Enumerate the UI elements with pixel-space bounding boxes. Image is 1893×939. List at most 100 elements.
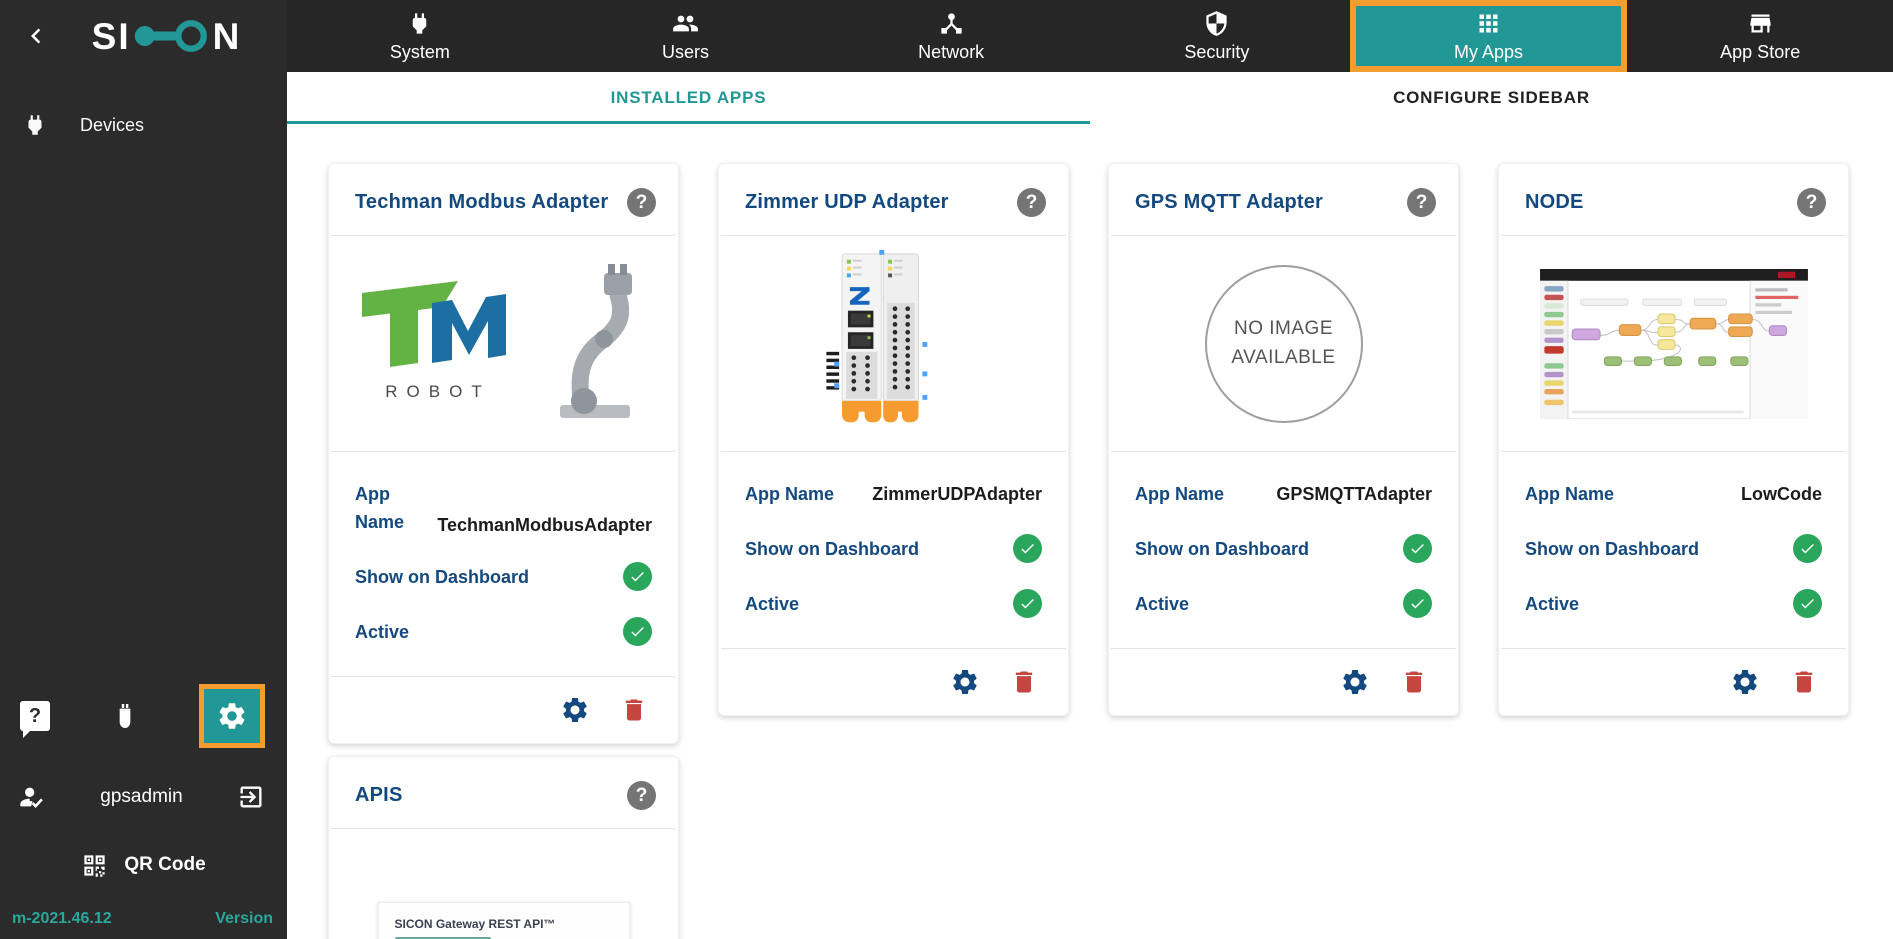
card-title: Zimmer UDP Adapter <box>745 191 949 213</box>
card-title: GPS MQTT Adapter <box>1135 191 1324 213</box>
card-node: NODE ? App Name LowCode Show on Dashboar… <box>1498 163 1849 716</box>
card-media <box>719 236 1068 451</box>
tab-installed-apps[interactable]: INSTALLED APPS <box>287 72 1090 124</box>
sidebar-user-row: gpsadmin <box>0 773 287 821</box>
app-name-row: App Name TechmanModbusAdapter <box>355 480 652 536</box>
qr-code-row[interactable]: QR Code <box>0 841 287 889</box>
robot-caption: ROBOT <box>385 382 490 401</box>
gear-icon <box>950 667 980 697</box>
sidebar-bottom: ? gpsadmin QR Code m-2021.46.12 Version <box>0 681 287 939</box>
api-doc-title: SICON Gateway REST API™ <box>394 916 556 931</box>
app-root: SI N Devices ? gpsadmin QR Code m-2021.4… <box>0 0 1893 939</box>
card-actions <box>329 677 678 743</box>
app-name-row: App Name ZimmerUDPAdapter <box>745 480 1042 508</box>
card-header: NODE ? <box>1499 164 1848 235</box>
top-navigation: System Users Network Security My Apps Ap… <box>287 0 1893 72</box>
tab-bar: INSTALLED APPS CONFIGURE SIDEBAR <box>287 72 1893 124</box>
card-details: App Name ZimmerUDPAdapter Show on Dashbo… <box>719 452 1068 648</box>
check-icon <box>623 617 652 646</box>
logo-mark-icon <box>134 20 207 52</box>
help-bubble-icon[interactable]: ? <box>20 701 50 738</box>
zimmer-device-illustration <box>825 249 927 422</box>
app-logo: SI N <box>56 16 277 56</box>
delete-app-button[interactable] <box>1010 668 1038 696</box>
help-icon[interactable]: ? <box>1407 188 1436 217</box>
app-name-value: TechmanModbusAdapter <box>437 515 652 535</box>
tab-configure-sidebar[interactable]: CONFIGURE SIDEBAR <box>1090 72 1893 124</box>
check-icon <box>1403 589 1432 618</box>
nav-item-my-apps[interactable]: My Apps <box>1349 0 1628 72</box>
card-details: App Name LowCode Show on Dashboard Activ… <box>1499 452 1848 648</box>
logout-icon <box>237 783 265 811</box>
help-icon[interactable]: ? <box>627 781 656 810</box>
settings-tile-highlighted[interactable] <box>199 684 265 748</box>
card-header: GPS MQTT Adapter ? <box>1109 164 1458 235</box>
active-row: Active <box>355 617 652 646</box>
nav-label: App Store <box>1720 41 1801 62</box>
delete-app-button[interactable] <box>620 696 648 724</box>
check-icon <box>623 562 652 591</box>
show-on-dashboard-row: Show on Dashboard <box>355 562 652 591</box>
usb-icon <box>109 700 141 732</box>
help-icon[interactable]: ? <box>1017 188 1046 217</box>
active-label: Active <box>355 621 410 642</box>
card-header: Zimmer UDP Adapter ? <box>719 164 1068 235</box>
card-header: APIS ? <box>329 757 678 828</box>
gear-icon <box>1340 667 1370 697</box>
configure-app-button[interactable] <box>1340 667 1370 697</box>
content-area: Techman Modbus Adapter ? ROBOT App Name … <box>287 124 1893 939</box>
logo-text-suffix: N <box>212 15 242 57</box>
sidebar-menu: Devices <box>0 100 287 150</box>
app-name-value: ZimmerUDPAdapter <box>872 483 1042 504</box>
configure-app-button[interactable] <box>1730 667 1760 697</box>
app-name-label: App Name <box>355 484 405 532</box>
card-media <box>1499 236 1848 451</box>
gear-icon <box>1730 667 1760 697</box>
nav-item-system[interactable]: System <box>287 0 553 72</box>
chevron-left-icon <box>21 21 51 51</box>
delete-app-button[interactable] <box>1400 668 1428 696</box>
shield-icon <box>1203 10 1230 37</box>
card-media: ROBOT <box>329 236 678 451</box>
nav-label: My Apps <box>1454 41 1524 62</box>
gear-icon <box>216 700 248 732</box>
app-name-label: App Name <box>1525 484 1615 504</box>
version-value: m-2021.46.12 <box>12 910 112 927</box>
sidebar-item-label: Devices <box>80 114 145 135</box>
delete-app-button[interactable] <box>1790 668 1818 696</box>
trash-icon <box>1790 668 1818 696</box>
back-button[interactable] <box>16 16 56 56</box>
show-on-dashboard-label: Show on Dashboard <box>745 538 920 559</box>
nav-label: Security <box>1184 41 1250 62</box>
check-icon <box>1793 589 1822 618</box>
card-apis: APIS ? SICON Gateway REST API™ <box>328 756 679 939</box>
help-icon[interactable]: ? <box>1797 188 1826 217</box>
network-icon <box>938 10 965 37</box>
users-icon <box>672 10 699 37</box>
nav-item-security[interactable]: Security <box>1084 0 1350 72</box>
card-actions <box>1499 649 1848 715</box>
sidebar: SI N Devices ? gpsadmin QR Code m-2021.4… <box>0 0 287 939</box>
nav-item-users[interactable]: Users <box>553 0 819 72</box>
app-name-label: App Name <box>1135 484 1225 504</box>
main-area: System Users Network Security My Apps Ap… <box>287 0 1893 939</box>
version-row: m-2021.46.12 Version <box>0 899 287 939</box>
active-row: Active <box>1135 589 1432 618</box>
configure-app-button[interactable] <box>560 695 590 725</box>
help-icon[interactable]: ? <box>627 188 656 217</box>
active-row: Active <box>745 589 1042 618</box>
qr-code-icon <box>81 852 108 879</box>
nav-item-app-store[interactable]: App Store <box>1627 0 1893 72</box>
logout-button[interactable] <box>237 783 265 811</box>
card-title: APIS <box>355 784 403 806</box>
configure-app-button[interactable] <box>950 667 980 697</box>
trash-icon <box>620 696 648 724</box>
show-on-dashboard-label: Show on Dashboard <box>355 566 530 587</box>
help-glyph: ? <box>1805 191 1818 213</box>
sidebar-item-devices[interactable]: Devices <box>0 100 287 150</box>
usb-device-button[interactable] <box>109 700 141 732</box>
robot-arm <box>559 263 632 418</box>
show-on-dashboard-row: Show on Dashboard <box>1525 534 1822 563</box>
app-name-value: LowCode <box>1741 483 1822 504</box>
nav-item-network[interactable]: Network <box>818 0 1084 72</box>
